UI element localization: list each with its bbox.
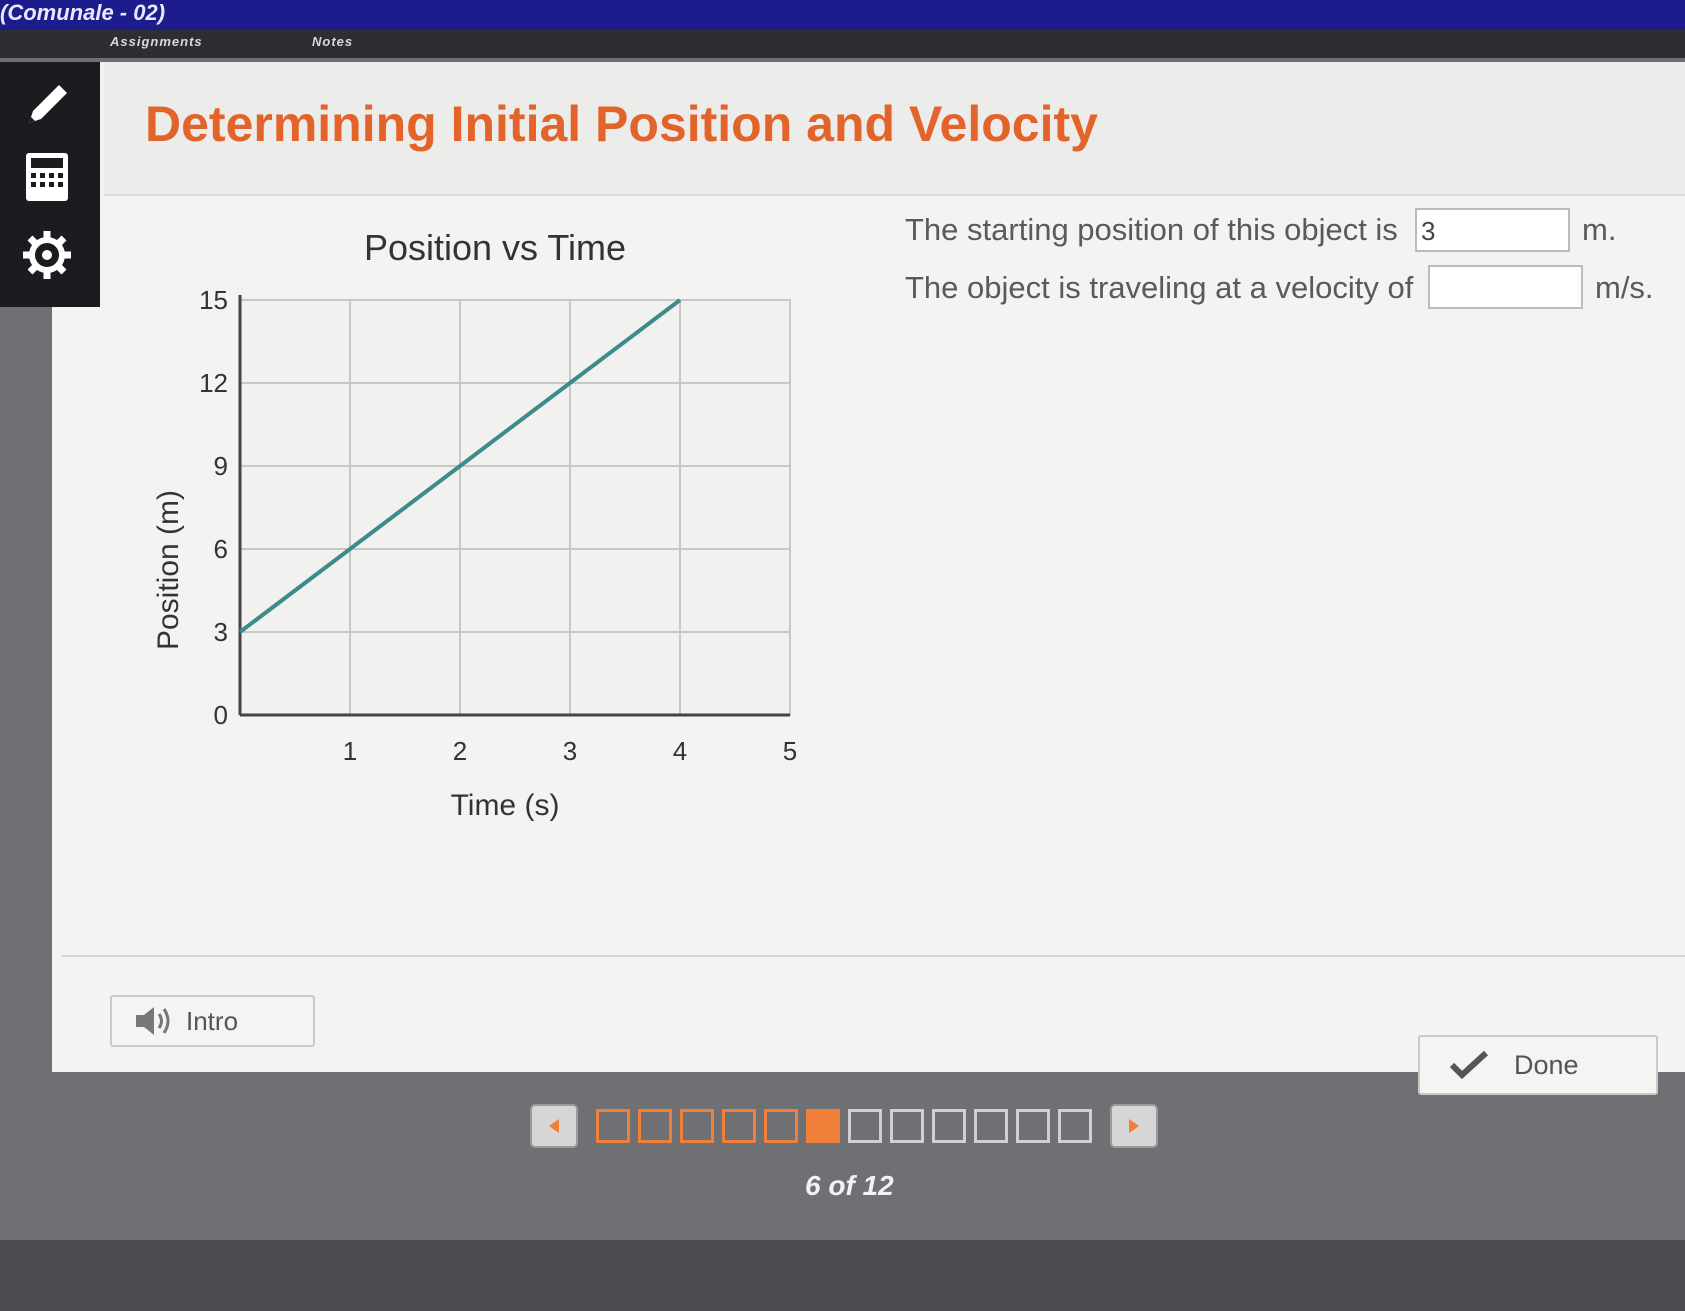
previous-page-button[interactable] [530, 1104, 578, 1148]
position-vs-time-chart: Position vs Time Position (m) Time (s) 1… [152, 227, 797, 822]
next-page-button[interactable] [1110, 1104, 1158, 1148]
tool-rail [0, 62, 100, 307]
page-square[interactable] [680, 1109, 714, 1143]
page-square[interactable] [806, 1109, 840, 1143]
x-tick-label: 1 [343, 736, 357, 766]
speaker-icon [136, 1007, 170, 1035]
nav-link-notes[interactable]: Notes [312, 34, 353, 49]
arrow-right-icon [1129, 1119, 1139, 1133]
chart-title: Position vs Time [364, 227, 626, 268]
reference-tool-button[interactable] [12, 220, 82, 290]
course-nav-bar: Assignments Notes [0, 30, 1685, 58]
pencil-tool-button[interactable] [12, 70, 82, 140]
x-tick-label: 2 [453, 736, 467, 766]
pencil-icon [29, 85, 67, 123]
calculator-tool-button[interactable] [12, 142, 82, 212]
chart-y-axis-label: Position (m) [152, 490, 185, 650]
chart-x-axis-label: Time (s) [451, 789, 560, 822]
question-velocity: The object is traveling at a velocity of [905, 270, 1414, 305]
app-titlebar: (Comunale - 02) [0, 0, 1685, 30]
nav-link-assignments[interactable]: Assignments [110, 34, 203, 49]
calculator-icon [26, 153, 68, 201]
page-progress-squares [592, 1109, 1096, 1143]
starting-position-input[interactable]: 3 [1415, 208, 1570, 252]
page-square[interactable] [848, 1109, 882, 1143]
y-tick-label: 0 [214, 700, 228, 730]
page-square[interactable] [638, 1109, 672, 1143]
page-square[interactable] [764, 1109, 798, 1143]
y-tick-label: 12 [199, 368, 228, 398]
monitor-bezel-strip [0, 1240, 1685, 1311]
gear-icon [23, 231, 71, 279]
page-square[interactable] [722, 1109, 756, 1143]
velocity-input[interactable] [1428, 265, 1583, 309]
x-tick-label: 3 [563, 736, 577, 766]
x-tick-label: 5 [783, 736, 797, 766]
page-square[interactable] [1058, 1109, 1092, 1143]
course-title: (Comunale - 02) [0, 0, 166, 25]
page-navigator [530, 1100, 1158, 1152]
done-button-label: Done [1514, 1049, 1579, 1080]
x-tick-label: 4 [673, 736, 687, 766]
done-button[interactable]: Done [1418, 1035, 1658, 1095]
panel-divider [62, 955, 1685, 957]
y-tick-label: 9 [214, 451, 228, 481]
question-starting-position: The starting position of this object is [905, 212, 1398, 247]
page-square[interactable] [890, 1109, 924, 1143]
y-tick-label: 15 [199, 285, 228, 315]
y-tick-label: 3 [214, 617, 228, 647]
checkmark-icon [1449, 1050, 1489, 1080]
page-square[interactable] [1016, 1109, 1050, 1143]
page-square[interactable] [974, 1109, 1008, 1143]
intro-button[interactable]: Intro [110, 995, 315, 1047]
starting-position-unit: m. [1582, 212, 1617, 247]
page-title: Determining Initial Position and Velocit… [145, 96, 1098, 152]
velocity-unit: m/s. [1595, 270, 1654, 305]
y-tick-label: 6 [214, 534, 228, 564]
plot-area [239, 299, 791, 716]
page-square[interactable] [932, 1109, 966, 1143]
intro-button-label: Intro [186, 1005, 239, 1036]
arrow-left-icon [549, 1119, 559, 1133]
page-counter: 6 of 12 [805, 1170, 894, 1201]
page-square[interactable] [596, 1109, 630, 1143]
